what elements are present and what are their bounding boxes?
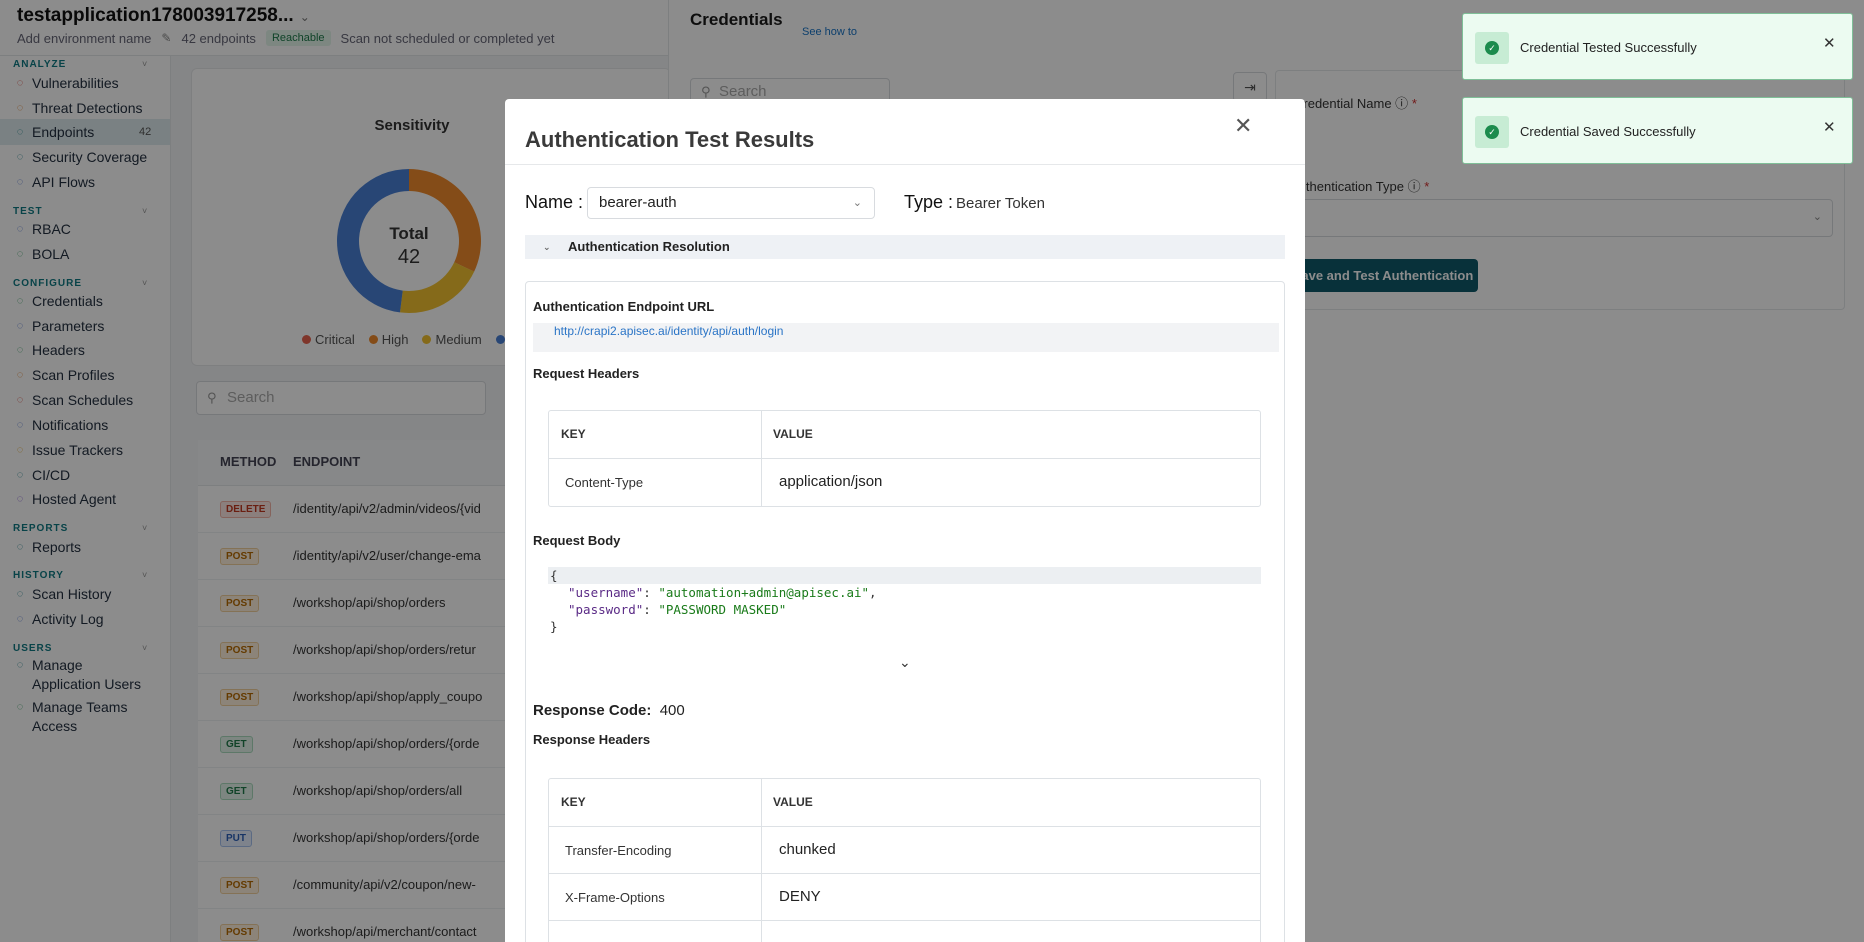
column-key: KEY: [561, 795, 586, 809]
divider: [505, 164, 1305, 165]
header-value: DENY: [779, 888, 821, 905]
toast-saved: ✓ Credential Saved Successfully ✕: [1462, 97, 1853, 164]
endpoint-url-link[interactable]: http://crapi2.apisec.ai/identity/api/aut…: [554, 324, 783, 338]
close-icon[interactable]: ✕: [1823, 118, 1836, 136]
expand-chevron-icon[interactable]: ⌄: [899, 654, 911, 671]
code-line: "password": "PASSWORD MASKED": [568, 602, 787, 617]
check-circle-icon: ✓: [1485, 125, 1499, 139]
table-row: Content-Type application/json: [549, 459, 1260, 506]
code-line: "username": "automation+admin@apisec.ai"…: [568, 585, 877, 600]
close-icon[interactable]: ✕: [1234, 113, 1252, 139]
response-code: Response Code: 400: [533, 702, 685, 719]
modal-title: Authentication Test Results: [525, 127, 815, 152]
endpoint-url: http://crapi2.apisec.ai/identity/api/aut…: [533, 323, 1279, 352]
request-body-label: Request Body: [533, 533, 621, 548]
column-value: VALUE: [773, 427, 813, 441]
response-headers-label: Response Headers: [533, 732, 651, 747]
request-headers-label: Request Headers: [533, 366, 640, 381]
auth-resolution-accordion[interactable]: ⌄ Authentication Resolution: [525, 235, 1285, 259]
toast-message: Credential Saved Successfully: [1520, 124, 1696, 139]
endpoint-url-label: Authentication Endpoint URL: [533, 299, 715, 314]
auth-test-results-modal: Authentication Test Results ✕ Name : bea…: [505, 99, 1305, 942]
code-line: {: [548, 567, 1261, 584]
code-line: }: [550, 619, 558, 634]
header-value: application/json: [779, 473, 883, 490]
table-header: KEY VALUE: [549, 411, 1260, 459]
type-label: Type :: [904, 192, 954, 212]
name-select[interactable]: bearer-auth ⌄: [587, 187, 875, 219]
column-value: VALUE: [773, 795, 813, 809]
header-key: Content-Type: [565, 475, 644, 490]
response-headers-table: KEY VALUE Transfer-Encoding chunked X-Fr…: [548, 778, 1261, 942]
response-code-value: 400: [659, 702, 685, 719]
chevron-down-icon: ⌄: [852, 197, 862, 209]
header-key: Transfer-Encoding: [565, 843, 672, 858]
header-value: chunked: [779, 841, 836, 858]
name-select-value: bearer-auth: [599, 194, 677, 211]
table-row: Transfer-Encoding chunked: [549, 827, 1260, 874]
response-code-label: Response Code:: [533, 702, 652, 719]
column-key: KEY: [561, 427, 586, 441]
check-circle-icon: ✓: [1485, 41, 1499, 55]
table-header: KEY VALUE: [549, 779, 1260, 827]
name-label: Name :: [525, 192, 584, 212]
request-body-code: { "username": "automation+admin@apisec.a…: [548, 567, 1261, 634]
toast-tested: ✓ Credential Tested Successfully ✕: [1462, 13, 1853, 80]
chevron-down-icon: ⌄: [543, 242, 551, 252]
resolution-panel: Authentication Endpoint URL http://crapi…: [525, 281, 1285, 942]
close-icon[interactable]: ✕: [1823, 34, 1836, 52]
type-value: Bearer Token: [956, 195, 1045, 212]
request-headers-table: KEY VALUE Content-Type application/json: [548, 410, 1261, 507]
accordion-title: Authentication Resolution: [568, 239, 730, 254]
table-row: X-Frame-Options DENY: [549, 874, 1260, 921]
header-key: X-Frame-Options: [565, 890, 665, 905]
toast-message: Credential Tested Successfully: [1520, 40, 1697, 55]
